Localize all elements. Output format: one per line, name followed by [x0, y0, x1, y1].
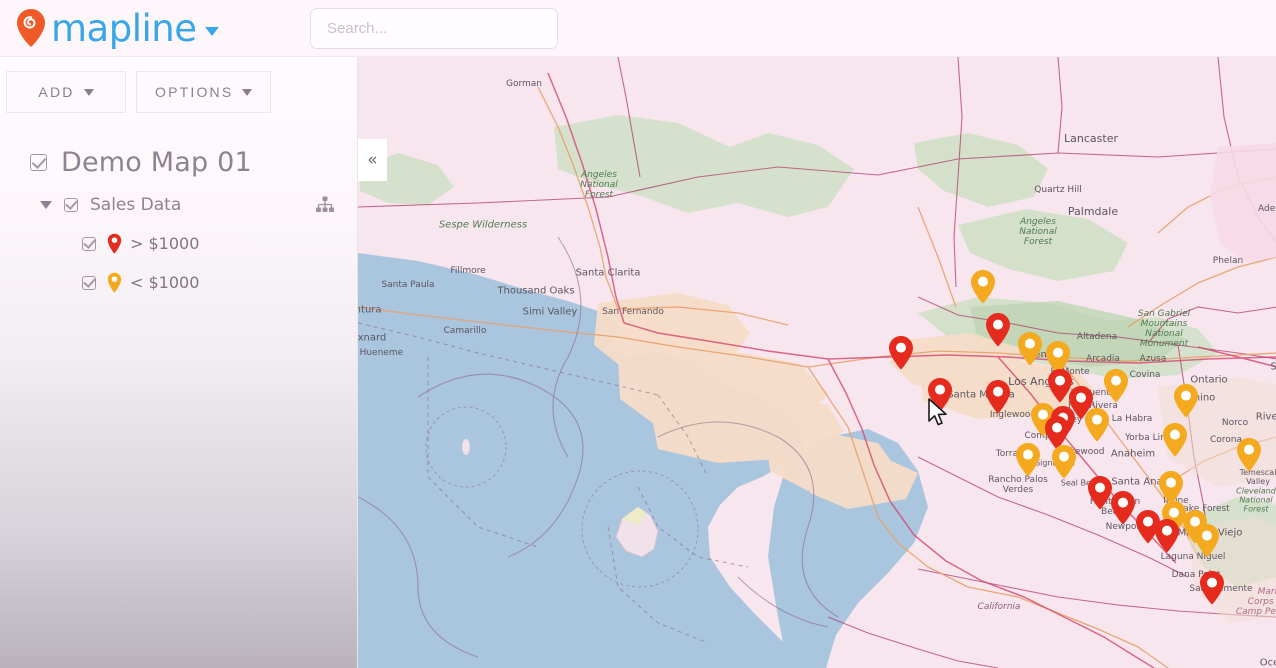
legend-item-label: > $1000	[130, 234, 200, 253]
legend-item-label: < $1000	[130, 273, 200, 292]
chevron-down-icon[interactable]	[205, 26, 220, 36]
logo-text: mapline	[51, 6, 197, 50]
collapse-sidebar-button[interactable]: «	[358, 139, 387, 181]
mapline-pin-logo-icon	[14, 7, 48, 49]
map-canvas[interactable]: « Gorman Angeles National Forest Lancaster Qu…	[357, 57, 1276, 668]
page-title: Demo Map 01	[61, 147, 252, 178]
map-tree-item[interactable]: Demo Map 01	[30, 147, 357, 178]
legend-visibility-checkbox[interactable]	[82, 236, 96, 251]
sidebar-toolbar: ADD OPTIONS	[0, 57, 357, 113]
map-visibility-checkbox[interactable]	[30, 154, 47, 171]
map-pin-icon	[107, 233, 122, 254]
search-box[interactable]	[310, 8, 558, 49]
add-button-label: ADD	[38, 84, 75, 100]
caret-down-icon	[242, 88, 253, 96]
legend-visibility-checkbox[interactable]	[82, 275, 96, 290]
map-basemap	[358, 57, 1276, 668]
layer-visibility-checkbox[interactable]	[64, 198, 78, 212]
search-input[interactable]	[311, 9, 557, 48]
caret-down-icon	[83, 88, 94, 96]
layer-tree-item-sales-data[interactable]: Sales Data	[40, 195, 340, 215]
hierarchy-icon[interactable]	[315, 196, 335, 220]
legend-item-high[interactable]: > $1000	[82, 233, 357, 254]
options-button-label: OPTIONS	[155, 84, 234, 100]
options-button[interactable]: OPTIONS	[136, 71, 272, 113]
map-pin-icon	[107, 272, 122, 293]
layer-name-label: Sales Data	[90, 195, 182, 215]
caret-down-icon[interactable]	[40, 201, 52, 209]
mapline-logo[interactable]: mapline	[14, 6, 220, 50]
app-header: mapline	[0, 0, 1276, 57]
add-button[interactable]: ADD	[6, 71, 126, 113]
layer-tree: Demo Map 01 Sales Data > $1000 < $1000	[0, 113, 357, 293]
legend-item-low[interactable]: < $1000	[82, 272, 357, 293]
mapline-app: mapline ADD OPTIONS Demo Map 01	[0, 0, 1276, 668]
left-sidebar: ADD OPTIONS Demo Map 01 Sales Data > $10…	[0, 57, 357, 668]
